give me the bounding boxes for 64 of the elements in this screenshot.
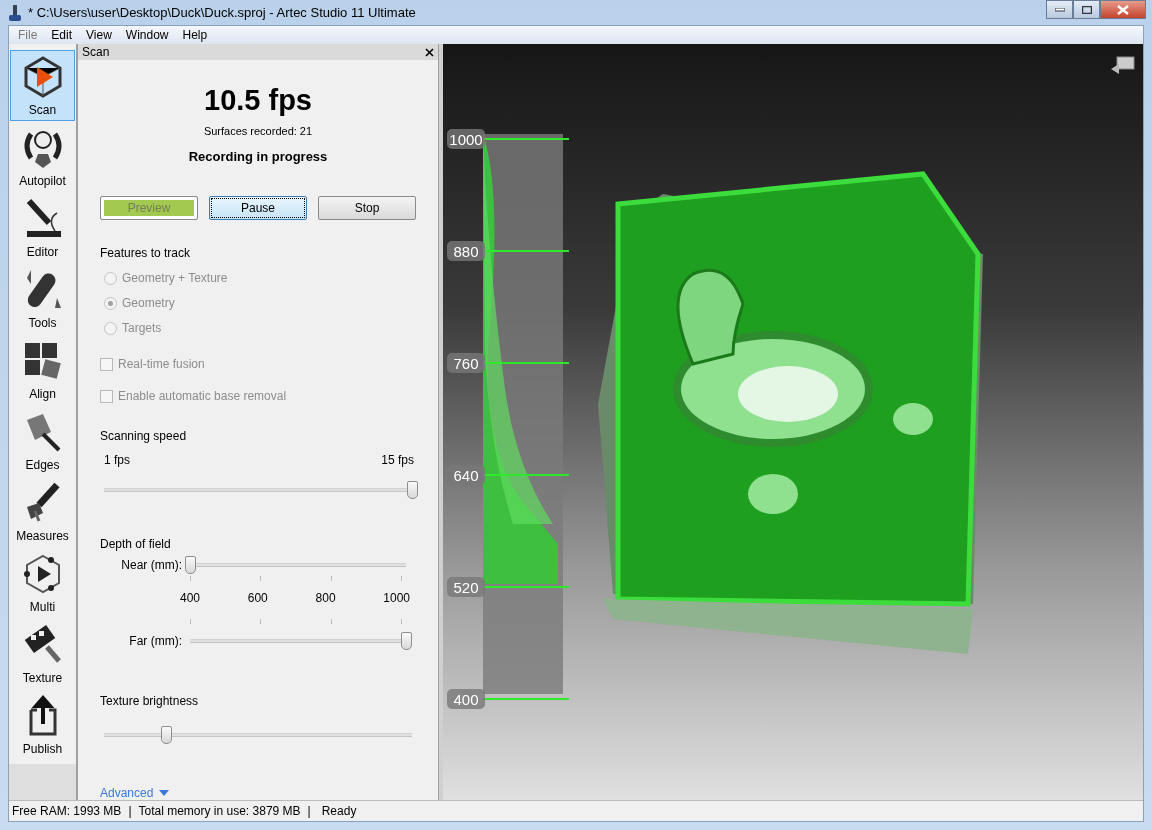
menu-item[interactable]: View — [79, 28, 119, 42]
menu-item[interactable]: Edit — [44, 28, 80, 42]
toolbar-background — [9, 764, 76, 800]
toolbar-button[interactable]: Align — [10, 334, 75, 405]
section-label: Features to track — [100, 246, 192, 260]
tick-label: 600 — [247, 591, 268, 605]
depth-label: 880 — [447, 241, 485, 261]
depth-label: 640 — [447, 465, 485, 485]
slider-handle[interactable] — [160, 726, 172, 744]
tick-label: 800 — [315, 591, 336, 605]
menu-item[interactable]: Help — [175, 28, 215, 42]
max-label: 15 fps — [381, 453, 414, 467]
caret-icon — [159, 790, 170, 796]
tick-label: 1000 — [383, 591, 410, 605]
toolbar-button[interactable]: Measures — [10, 476, 75, 547]
back-arrow-icon[interactable] — [1111, 56, 1135, 74]
field-label: Far (mm): — [128, 634, 183, 648]
close-button[interactable] — [1100, 0, 1146, 19]
slider-handle[interactable] — [401, 632, 412, 650]
depth-label: 400 — [447, 689, 485, 709]
toolbar-button[interactable]: Publish — [10, 689, 75, 760]
tick-label: 400 — [180, 591, 201, 605]
minimize-icon — [1054, 7, 1065, 12]
menu-item[interactable]: Window — [118, 28, 176, 42]
toolbar-button[interactable]: Autopilot — [10, 121, 75, 192]
app-icon — [8, 4, 22, 21]
advanced-link[interactable]: Advanced — [100, 786, 170, 800]
section-label: Depth of field — [100, 537, 172, 551]
pause-button[interactable]: Pause — [209, 196, 307, 220]
slider-handle[interactable] — [185, 556, 196, 574]
toolbar-button[interactable]: Multi — [10, 547, 75, 618]
min-label: 1 fps — [104, 453, 130, 467]
field-label: Near (mm): — [120, 558, 183, 572]
radio-label: Geometry + Texture — [122, 271, 228, 285]
section-label: Scanning speed — [100, 429, 188, 443]
close-icon — [1117, 4, 1129, 15]
status-separator: | — [307, 804, 311, 818]
toolbar-button[interactable]: Scan — [10, 50, 75, 121]
window-title: * C:\Users\user\Desktop\Duck\Duck.sproj - Artec Studio 11 Ultimate — [28, 5, 417, 20]
section-label: Texture brightness — [100, 694, 200, 708]
toolbar-button[interactable]: Texture — [10, 618, 75, 689]
recording-status: Recording in progress — [187, 149, 329, 164]
stop-button[interactable]: Stop — [318, 196, 416, 220]
radio-label: Targets — [122, 321, 162, 335]
checkbox-label: Enable automatic base removal — [118, 389, 287, 403]
3d-viewport[interactable]: 1000 880 760 640 520 400 — [439, 44, 1143, 800]
panel-title: Scan — [82, 45, 110, 59]
status-text: Ready — [321, 804, 357, 818]
status-separator: | — [128, 804, 132, 818]
maximize-button[interactable] — [1073, 0, 1100, 19]
toolbar-button[interactable]: Edges — [10, 405, 75, 476]
depth-label: 1000 — [447, 129, 485, 149]
maximize-icon — [1081, 5, 1092, 14]
status-text: Total memory in use: 3879 MB — [138, 804, 301, 818]
radio-label: Geometry — [122, 296, 175, 310]
frame-rate: 10.5 fps — [203, 84, 313, 117]
depth-label: 520 — [447, 577, 485, 597]
toolbar-button[interactable]: Tools — [10, 263, 75, 334]
surfaces-count: Surfaces recorded: 21 — [202, 125, 314, 137]
depth-label: 760 — [447, 353, 485, 373]
checkbox-label: Real-time fusion — [118, 357, 205, 371]
toolbar-button[interactable]: Editor — [10, 192, 75, 263]
status-text: Free RAM: 1993 MB — [12, 804, 122, 818]
slider-handle[interactable] — [407, 481, 418, 499]
